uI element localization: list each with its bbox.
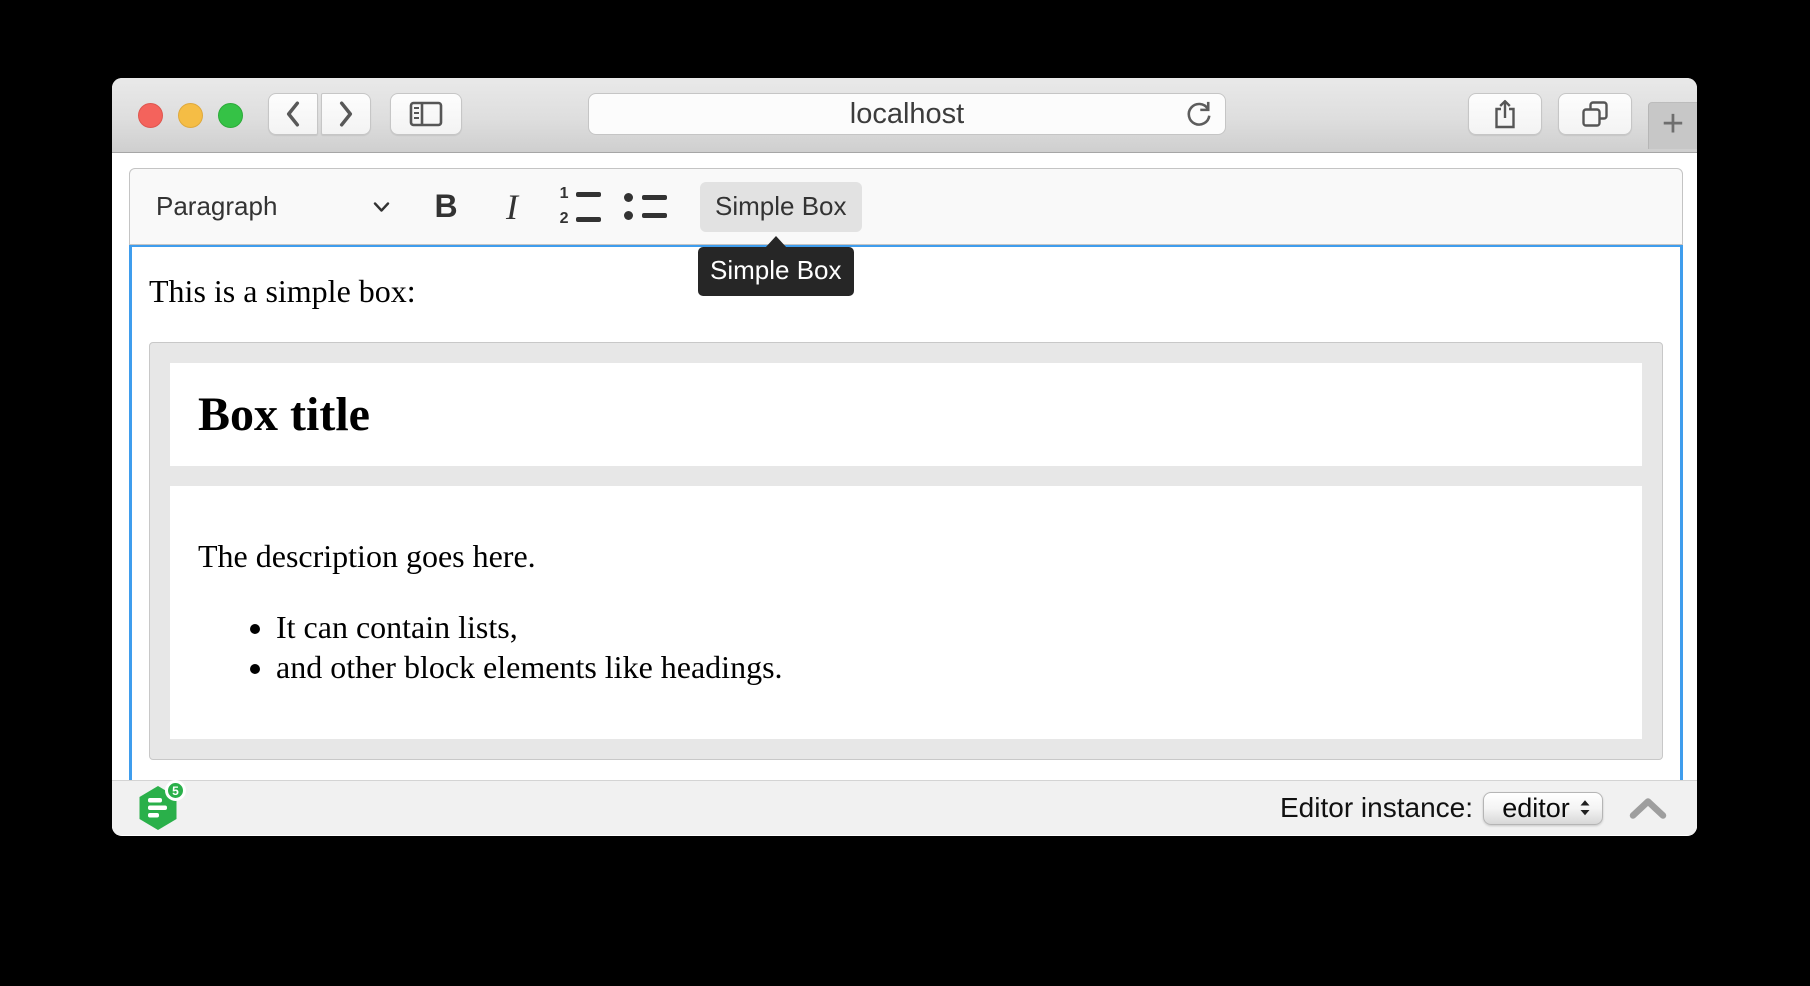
address-bar[interactable]: localhost: [588, 93, 1226, 135]
select-arrows-icon: [1574, 797, 1596, 819]
sidebar-icon: [409, 101, 443, 127]
italic-icon: I: [506, 186, 518, 228]
simple-box-title[interactable]: Box title: [170, 363, 1642, 466]
bulleted-list-button[interactable]: [616, 183, 672, 231]
close-button[interactable]: [138, 103, 163, 128]
editor-instance-label: Editor instance:: [1280, 792, 1473, 824]
chevron-up-icon: [1629, 797, 1667, 820]
address-text: localhost: [850, 98, 964, 131]
forward-button[interactable]: [321, 93, 371, 135]
simple-box-widget[interactable]: Box title The description goes here. It …: [149, 342, 1663, 760]
chevron-down-icon: [373, 201, 390, 213]
tooltip-label: Simple Box: [710, 255, 842, 286]
intro-paragraph[interactable]: This is a simple box:: [149, 273, 1663, 310]
tabs-overview-button[interactable]: [1558, 93, 1632, 135]
traffic-lights: [138, 103, 243, 128]
chevron-right-icon: [337, 101, 355, 127]
bold-icon: B: [434, 188, 457, 225]
box-title-heading[interactable]: Box title: [198, 387, 1614, 442]
editor-instance-select[interactable]: editor: [1483, 792, 1603, 825]
list-item[interactable]: and other block elements like headings.: [276, 648, 1614, 686]
italic-button[interactable]: I: [484, 183, 540, 231]
minimize-button[interactable]: [178, 103, 203, 128]
browser-window: localhost +: [112, 78, 1697, 836]
description-list[interactable]: It can contain lists, and other block el…: [198, 608, 1614, 687]
plus-icon: +: [1662, 105, 1684, 143]
ckeditor: Paragraph B I 1 2: [129, 168, 1683, 806]
sidebar-toggle-button[interactable]: [390, 93, 462, 135]
simple-box-description[interactable]: The description goes here. It can contai…: [170, 486, 1642, 739]
browser-titlebar: localhost +: [112, 78, 1697, 153]
tooltip-arrow: [765, 236, 787, 248]
list-item[interactable]: It can contain lists,: [276, 608, 1614, 646]
paragraph-style-label: Paragraph: [156, 191, 277, 222]
simple-box-button[interactable]: Simple Box: [700, 182, 862, 232]
reload-button[interactable]: [1183, 99, 1215, 131]
numbered-list-icon: 1 2: [556, 186, 601, 227]
inspector-collapse-button[interactable]: [1629, 797, 1667, 820]
numbered-list-button[interactable]: 1 2: [550, 183, 606, 231]
ckeditor-logo[interactable]: 5: [138, 785, 178, 831]
webpage: Paragraph B I 1 2: [112, 153, 1697, 835]
editor-editable-area[interactable]: This is a simple box: Box title The desc…: [129, 244, 1683, 806]
editor-instance-value: editor: [1498, 793, 1574, 824]
version-badge: 5: [165, 780, 186, 801]
share-button[interactable]: [1468, 93, 1542, 135]
bold-button[interactable]: B: [418, 183, 474, 231]
bulleted-list-icon: [622, 193, 667, 220]
share-icon: [1492, 98, 1518, 130]
new-tab-button[interactable]: +: [1648, 102, 1697, 149]
tabs-icon: [1580, 99, 1610, 129]
description-paragraph[interactable]: The description goes here.: [198, 538, 1614, 576]
simple-box-tooltip: Simple Box: [698, 247, 854, 296]
paragraph-style-dropdown[interactable]: Paragraph: [142, 182, 404, 232]
back-button[interactable]: [268, 93, 318, 135]
inspector-bar: 5 Editor instance: editor: [112, 780, 1697, 835]
zoom-button[interactable]: [218, 103, 243, 128]
editor-toolbar: Paragraph B I 1 2: [129, 168, 1683, 245]
simple-box-button-label: Simple Box: [715, 191, 847, 222]
chevron-left-icon: [284, 101, 302, 127]
reload-icon: [1184, 100, 1214, 130]
